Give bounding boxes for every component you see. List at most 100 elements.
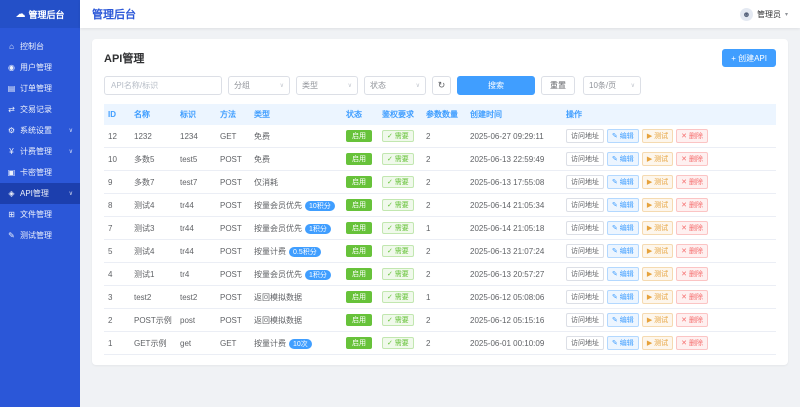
auth-badge: ✓ 需要 <box>382 337 414 349</box>
cell-auth: ✓ 需要 <box>378 308 422 332</box>
page-size-select[interactable]: 10条/页 ∨ <box>583 76 641 95</box>
status-badge: 启用 <box>346 245 372 257</box>
sidebar-item-billing[interactable]: ¥ 计费管理 ∨ <box>0 141 80 162</box>
edit-button[interactable]: ✎ 编辑 <box>607 267 639 281</box>
visit-button[interactable]: 访问地址 <box>566 221 604 235</box>
test-button[interactable]: ▶ 测试 <box>641 313 674 327</box>
column-header: 状态 <box>342 104 378 125</box>
sidebar-item-orders[interactable]: ▤ 订单管理 <box>0 78 80 99</box>
visit-button[interactable]: 访问地址 <box>566 336 604 350</box>
logo[interactable]: ☁ 管理后台 <box>0 0 80 28</box>
refresh-button[interactable]: ↻ <box>432 76 451 95</box>
delete-button[interactable]: ✕ 删除 <box>676 267 708 281</box>
delete-button[interactable]: ✕ 删除 <box>676 290 708 304</box>
sidebar-item-files[interactable]: ⊞ 文件管理 <box>0 204 80 225</box>
visit-button[interactable]: 访问地址 <box>566 290 604 304</box>
app-title: 管理后台 <box>28 9 65 20</box>
create-api-button[interactable]: + 创建API <box>722 49 776 67</box>
test-button[interactable]: ▶ 测试 <box>641 221 674 235</box>
test-button[interactable]: ▶ 测试 <box>641 175 674 189</box>
reset-button[interactable]: 重置 <box>541 76 575 95</box>
visit-button[interactable]: 访问地址 <box>566 129 604 143</box>
type-select[interactable]: 类型 ∨ <box>296 76 358 95</box>
content-area: API管理 + 创建API 分组 ∨ 类型 ∨ 状态 ∨ <box>80 28 800 407</box>
delete-button[interactable]: ✕ 删除 <box>676 313 708 327</box>
edit-button[interactable]: ✎ 编辑 <box>607 129 639 143</box>
cell-actions: 访问地址 ✎ 编辑 ▶ 测试 ✕ 删除 <box>562 147 776 171</box>
test-button[interactable]: ▶ 测试 <box>641 129 674 143</box>
sidebar-item-users[interactable]: ◉ 用户管理 <box>0 57 80 78</box>
edit-button[interactable]: ✎ 编辑 <box>607 152 639 166</box>
status-badge: 启用 <box>346 176 372 188</box>
status-badge: 启用 <box>346 130 372 142</box>
edit-button[interactable]: ✎ 编辑 <box>607 336 639 350</box>
cell-status: 启用 <box>342 216 378 240</box>
edit-button[interactable]: ✎ 编辑 <box>607 198 639 212</box>
cell-type: 按量会员优先 1积分 <box>250 262 342 286</box>
table-body: 12 1232 1234 GET 免费 启用 ✓ 需要 2 2025-06-27 09:29:1… <box>104 125 776 355</box>
delete-button[interactable]: ✕ 删除 <box>676 221 708 235</box>
cell-id: 4 <box>104 262 130 286</box>
test-button[interactable]: ▶ 测试 <box>641 244 674 258</box>
delete-button[interactable]: ✕ 删除 <box>676 244 708 258</box>
filter-bar: 分组 ∨ 类型 ∨ 状态 ∨ ↻ 搜索 重置 <box>104 76 776 95</box>
delete-button[interactable]: ✕ 删除 <box>676 129 708 143</box>
status-badge: 启用 <box>346 222 372 234</box>
delete-button[interactable]: ✕ 删除 <box>676 175 708 189</box>
edit-button[interactable]: ✎ 编辑 <box>607 221 639 235</box>
visit-button[interactable]: 访问地址 <box>566 313 604 327</box>
status-badge: 启用 <box>346 153 372 165</box>
cell-params: 2 <box>422 170 466 194</box>
cell-created: 2025-06-27 09:29:11 <box>466 125 562 148</box>
sidebar-item-cards[interactable]: ▣ 卡密管理 <box>0 162 80 183</box>
edit-button[interactable]: ✎ 编辑 <box>607 175 639 189</box>
cell-status: 启用 <box>342 285 378 309</box>
cell-actions: 访问地址 ✎ 编辑 ▶ 测试 ✕ 删除 <box>562 308 776 332</box>
cell-method: POST <box>216 308 250 332</box>
delete-button[interactable]: ✕ 删除 <box>676 152 708 166</box>
delete-button[interactable]: ✕ 删除 <box>676 198 708 212</box>
edit-button[interactable]: ✎ 编辑 <box>607 290 639 304</box>
test-button[interactable]: ▶ 测试 <box>641 152 674 166</box>
visit-button[interactable]: 访问地址 <box>566 175 604 189</box>
visit-button[interactable]: 访问地址 <box>566 244 604 258</box>
cell-auth: ✓ 需要 <box>378 262 422 286</box>
sidebar-item-console[interactable]: ⌂ 控制台 <box>0 36 80 57</box>
delete-button[interactable]: ✕ 删除 <box>676 336 708 350</box>
cell-created: 2025-06-14 21:05:18 <box>466 216 562 240</box>
test-button[interactable]: ▶ 测试 <box>641 336 674 350</box>
sidebar-item-api[interactable]: ◈ API管理 ∨ <box>0 183 80 204</box>
cell-created: 2025-06-01 00:10:09 <box>466 331 562 355</box>
cell-actions: 访问地址 ✎ 编辑 ▶ 测试 ✕ 删除 <box>562 193 776 217</box>
visit-button[interactable]: 访问地址 <box>566 267 604 281</box>
sidebar-item-settings[interactable]: ⚙ 系统设置 ∨ <box>0 120 80 141</box>
visit-button[interactable]: 访问地址 <box>566 198 604 212</box>
edit-button[interactable]: ✎ 编辑 <box>607 313 639 327</box>
test-button[interactable]: ▶ 测试 <box>641 198 674 212</box>
cell-actions: 访问地址 ✎ 编辑 ▶ 测试 ✕ 删除 <box>562 262 776 286</box>
test-button[interactable]: ▶ 测试 <box>641 267 674 281</box>
cell-code: post <box>176 308 216 332</box>
table-row: 10 多数5 test5 POST 免费 启用 ✓ 需要 2 2025-06-13 22:59:… <box>104 147 776 171</box>
cell-type: 按量会员优先 10积分 <box>250 193 342 217</box>
cell-status: 启用 <box>342 125 378 148</box>
edit-button[interactable]: ✎ 编辑 <box>607 244 639 258</box>
user-menu[interactable]: ☻ 管理员 ▾ <box>739 7 788 21</box>
status-select[interactable]: 状态 ∨ <box>364 76 426 95</box>
sidebar-item-tests[interactable]: ✎ 测试管理 <box>0 225 80 246</box>
cell-name: 测试1 <box>130 262 176 286</box>
sidebar-item-transactions[interactable]: ⇄ 交易记录 <box>0 99 80 120</box>
visit-button[interactable]: 访问地址 <box>566 152 604 166</box>
cell-name: 测试3 <box>130 216 176 240</box>
cell-code: tr44 <box>176 216 216 240</box>
status-select-value: 状态 <box>370 81 386 90</box>
avatar: ☻ <box>739 7 753 21</box>
search-input[interactable] <box>104 76 222 95</box>
cell-id: 7 <box>104 216 130 240</box>
cell-code: get <box>176 331 216 355</box>
cell-auth: ✓ 需要 <box>378 125 422 148</box>
cell-status: 启用 <box>342 308 378 332</box>
test-button[interactable]: ▶ 测试 <box>641 290 674 304</box>
search-button[interactable]: 搜索 <box>457 76 535 95</box>
group-select[interactable]: 分组 ∨ <box>228 76 290 95</box>
